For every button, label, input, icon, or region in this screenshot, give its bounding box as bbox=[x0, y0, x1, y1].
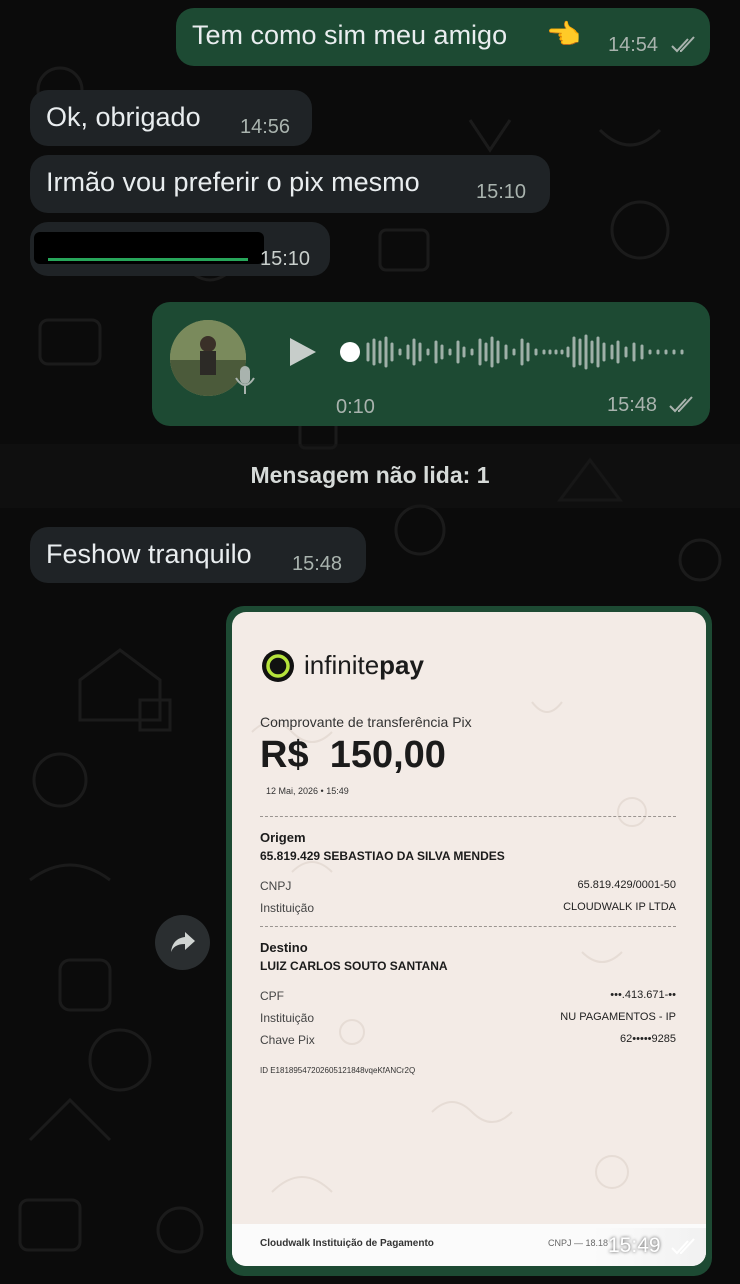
instituicao-destino-value: NU PAGAMENTOS - IP bbox=[560, 1011, 676, 1023]
cpf-label: CPF bbox=[260, 989, 284, 1003]
message-text: Tem como sim meu amigo bbox=[192, 20, 508, 50]
message-time: 15:10 bbox=[476, 181, 527, 203]
instituicao-label: Instituição bbox=[260, 1011, 315, 1025]
brand-light: infinite bbox=[304, 650, 380, 680]
cpf-value: •••.413.671-•• bbox=[610, 989, 676, 1001]
message-bubble-outgoing[interactable]: Tem como sim meu amigo 👈 14:54 bbox=[176, 8, 710, 66]
message-time: 15:48 bbox=[607, 394, 658, 416]
brand-logo-text: infinitepay bbox=[304, 650, 424, 681]
receipt-pattern bbox=[251, 701, 647, 1193]
message-time: 15:49 bbox=[608, 1234, 661, 1257]
cnpj-value: 65.819.429/0001-50 bbox=[577, 879, 676, 891]
pix-receipt-image[interactable]: infinitepay Comprovante de transferência… bbox=[232, 612, 706, 1266]
double-check-icon bbox=[671, 1238, 695, 1255]
chave-pix-value: 62•••••9285 bbox=[620, 1033, 676, 1045]
message-text: Irmão vou preferir o pix mesmo bbox=[46, 167, 420, 197]
message-bubble-incoming[interactable]: Irmão vou preferir o pix mesmo 15:10 bbox=[30, 155, 550, 213]
message-text: Feshow tranquilo bbox=[46, 539, 252, 569]
unread-divider: Mensagem não lida: 1 bbox=[0, 444, 740, 508]
receipt-amount: R$ 150,00 bbox=[260, 734, 446, 776]
voice-waveform[interactable] bbox=[338, 330, 688, 374]
divider bbox=[260, 816, 676, 817]
origem-name: 65.819.429 SEBASTIAO DA SILVA MENDES bbox=[260, 849, 505, 863]
receipt-subtitle: Comprovante de transferência Pix bbox=[260, 714, 472, 730]
microphone-icon bbox=[235, 366, 255, 394]
instituicao-origem-value: CLOUDWALK IP LTDA bbox=[563, 901, 676, 913]
brand-bold: pay bbox=[379, 650, 424, 680]
message-bubble-incoming[interactable]: Feshow tranquilo 15:48 bbox=[30, 527, 366, 583]
unread-label: Mensagem não lida: 1 bbox=[250, 462, 490, 488]
voice-message-bubble[interactable]: 0:10 15:48 bbox=[152, 302, 710, 426]
play-icon[interactable] bbox=[288, 336, 318, 368]
message-time: 15:48 bbox=[292, 553, 343, 575]
redacted-link-underline bbox=[48, 258, 248, 261]
double-check-icon bbox=[671, 36, 695, 53]
receipt-datetime: 12 Mai, 2026 • 15:49 bbox=[266, 786, 349, 796]
instituicao-label: Instituição bbox=[260, 901, 315, 915]
message-time: 14:54 bbox=[608, 34, 659, 56]
message-time: 15:10 bbox=[260, 248, 311, 270]
cnpj-label: CNPJ bbox=[260, 879, 292, 893]
forward-arrow-icon bbox=[171, 932, 195, 952]
message-time: 14:56 bbox=[240, 116, 291, 138]
destino-name: LUIZ CARLOS SOUTO SANTANA bbox=[260, 959, 448, 973]
double-check-icon bbox=[669, 396, 693, 413]
pointing-hand-emoji-icon: 👈 bbox=[546, 19, 581, 50]
transaction-id: ID E18189547202605121848vqeKfANCr2Q bbox=[260, 1066, 416, 1075]
infinitepay-logo-icon bbox=[262, 650, 294, 682]
message-text: Ok, obrigado bbox=[46, 102, 201, 132]
footer-left-text: Cloudwalk Instituição de Pagamento bbox=[260, 1238, 434, 1249]
voice-duration: 0:10 bbox=[336, 396, 375, 418]
origem-title: Origem bbox=[260, 830, 306, 845]
chave-pix-label: Chave Pix bbox=[260, 1033, 315, 1047]
forward-button[interactable] bbox=[155, 915, 210, 970]
destino-title: Destino bbox=[260, 940, 308, 955]
image-message-bubble[interactable]: infinitepay Comprovante de transferência… bbox=[226, 606, 712, 1276]
message-bubble-incoming-redacted[interactable]: 15:10 bbox=[30, 222, 330, 276]
divider bbox=[260, 926, 676, 927]
message-bubble-incoming[interactable]: Ok, obrigado 14:56 bbox=[30, 90, 312, 146]
